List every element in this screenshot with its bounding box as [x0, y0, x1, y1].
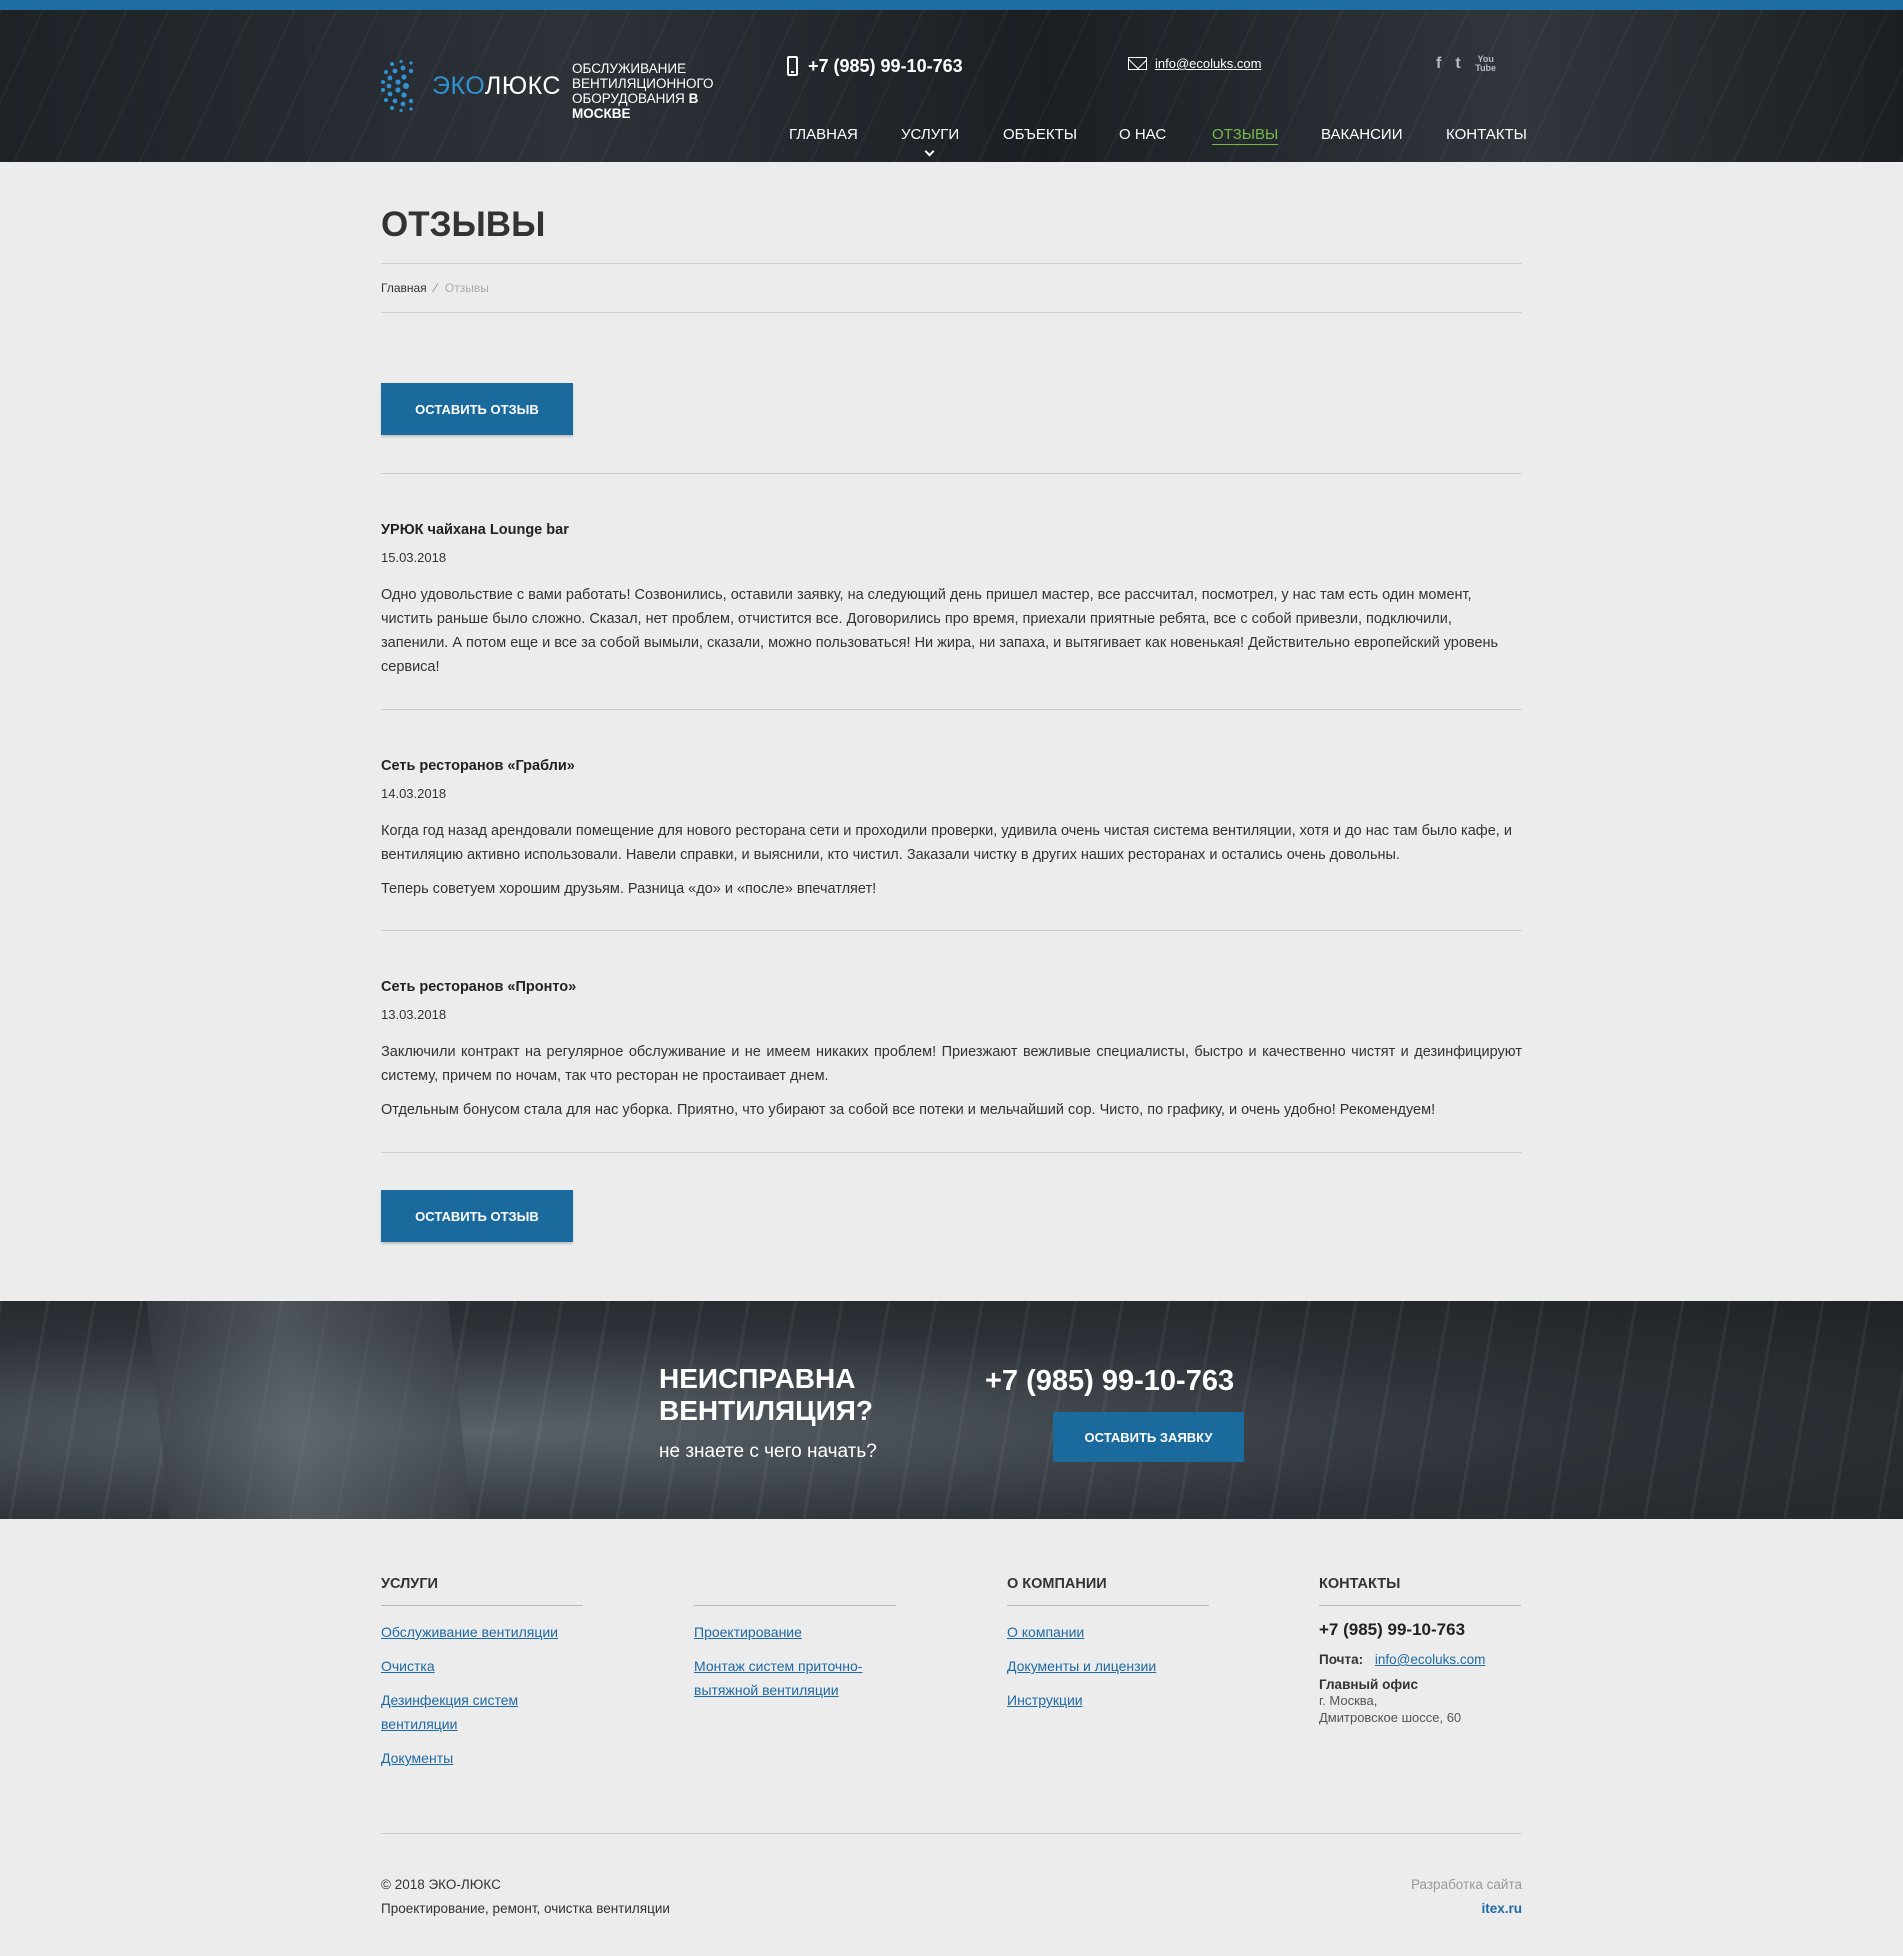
footer-address-line2: Дмитровское шоссе, 60: [1319, 1710, 1462, 1725]
review-item: Сеть ресторанов «Пронто» 13.03.2018 Закл…: [381, 979, 1522, 1122]
footer-mail-label: Почта:: [1319, 1652, 1364, 1667]
site-header: ЭКОЛЮКС ОБСЛУЖИВАНИЕ ВЕНТИЛЯЦИОННОГО ОБО…: [0, 10, 1903, 162]
divider: [381, 1152, 1522, 1153]
footer-company: О КОМПАНИИ О компании Документы и лиценз…: [1007, 1576, 1209, 1722]
copyright-text: © 2018 ЭКО-ЛЮКС: [381, 1877, 501, 1892]
footer-services-title: УСЛУГИ: [381, 1576, 583, 1606]
footer-link-cleaning[interactable]: Очистка: [381, 1658, 435, 1674]
header-phone[interactable]: +7 (985) 99-10-763: [787, 54, 963, 78]
footer-phone[interactable]: +7 (985) 99-10-763: [1319, 1620, 1521, 1640]
nav-item-reviews[interactable]: ОТЗЫВЫ: [1212, 126, 1279, 145]
breadcrumb-current: Отзывы: [444, 280, 489, 295]
footer-services-more: Проектирование Монтаж систем приточно-вы…: [694, 1576, 896, 1712]
footer-link-licenses[interactable]: Документы и лицензии: [1007, 1658, 1156, 1674]
nav-item-about[interactable]: О НАС: [1119, 126, 1166, 143]
footer-office-label: Главный офис: [1319, 1677, 1418, 1692]
review-text: Заключили контракт на регулярное обслужи…: [381, 1044, 1522, 1084]
review-date: 13.03.2018: [381, 1007, 447, 1022]
logo-part-lux: ЛЮКС: [484, 72, 561, 100]
review-text: Когда год назад арендовали помещение для…: [381, 823, 1512, 863]
footer-link-disinfection[interactable]: Дезинфекция систем вентиляции: [381, 1692, 518, 1732]
review-text: Теперь советуем хорошим друзьям. Разница…: [381, 881, 877, 897]
footer-link-design[interactable]: Проектирование: [694, 1624, 802, 1640]
review-date: 15.03.2018: [381, 550, 447, 565]
mobile-phone-icon: [787, 56, 798, 76]
cta-title: НЕИСПРАВНА ВЕНТИЛЯЦИЯ?: [659, 1363, 873, 1426]
envelope-icon: [1128, 57, 1147, 70]
header-tagline: ОБСЛУЖИВАНИЕ ВЕНТИЛЯЦИОННОГО ОБОРУДОВАНИ…: [572, 61, 722, 121]
developer-label: Разработка сайта: [1410, 1877, 1522, 1892]
logo-dots-icon: [381, 60, 414, 112]
cta-subtitle: не знаете с чего начать?: [659, 1441, 877, 1462]
review-date: 14.03.2018: [381, 786, 447, 801]
youtube-icon[interactable]: You Tube: [1475, 55, 1497, 73]
footer-contacts-title: КОНТАКТЫ: [1319, 1576, 1521, 1606]
footer-address-line1: г. Москва,: [1319, 1693, 1378, 1708]
divider: [381, 263, 1522, 264]
divider: [381, 709, 1522, 710]
footer-developer: Разработка сайта itex.ru: [1411, 1873, 1522, 1921]
review-item: Сеть ресторанов «Грабли» 14.03.2018 Когд…: [381, 758, 1522, 901]
header-phone-number: +7 (985) 99-10-763: [808, 55, 963, 76]
nav-item-services[interactable]: УСЛУГИ: [901, 126, 960, 157]
header-email[interactable]: info@ecoluks.com: [1128, 56, 1261, 71]
review-author: Сеть ресторанов «Грабли»: [381, 758, 575, 774]
facebook-icon[interactable]: f: [1436, 54, 1441, 74]
cta-phone[interactable]: +7 (985) 99-10-763: [985, 1365, 1234, 1398]
footer-link-installation[interactable]: Монтаж систем приточно-вытяжной вентиляц…: [694, 1658, 862, 1698]
footer-link-documents[interactable]: Документы: [381, 1750, 453, 1766]
footer-contacts: КОНТАКТЫ +7 (985) 99-10-763 Почта: info@…: [1319, 1576, 1521, 1726]
page-title: ОТЗЫВЫ: [381, 205, 546, 244]
logo-text[interactable]: ЭКОЛЮКС: [432, 72, 561, 101]
developer-link[interactable]: itex.ru: [1481, 1901, 1522, 1916]
footer-mail: Почта: info@ecoluks.com: [1319, 1652, 1521, 1667]
main-nav: ГЛАВНАЯ УСЛУГИ ОБЪЕКТЫ О НАС ОТЗЫВЫ ВАКА…: [0, 126, 1903, 166]
footer-services-more-title: [694, 1576, 896, 1606]
cta-banner: НЕИСПРАВНА ВЕНТИЛЯЦИЯ? не знаете с чего …: [0, 1301, 1903, 1519]
footer-company-title: О КОМПАНИИ: [1007, 1576, 1209, 1606]
leave-request-button[interactable]: ОСТАВИТЬ ЗАЯВКУ: [1053, 1412, 1244, 1462]
social-links: f t You Tube: [1436, 54, 1497, 74]
breadcrumb: Главная ⁄ Отзывы: [381, 280, 489, 295]
footer-link-instructions[interactable]: Инструкции: [1007, 1692, 1083, 1708]
nav-item-home[interactable]: ГЛАВНАЯ: [789, 126, 858, 143]
twitter-icon[interactable]: t: [1455, 54, 1460, 74]
top-accent-bar: [0, 0, 1903, 10]
leave-review-button-bottom[interactable]: ОСТАВИТЬ ОТЗЫВ: [381, 1190, 573, 1242]
footer-link-about[interactable]: О компании: [1007, 1624, 1084, 1640]
review-item: УРЮК чайхана Lounge bar 15.03.2018 Одно …: [381, 522, 1522, 679]
review-author: Сеть ресторанов «Пронто»: [381, 979, 577, 995]
nav-item-vacancies[interactable]: ВАКАНСИИ: [1321, 126, 1402, 143]
cta-background-pipe: [146, 1301, 474, 1519]
logo-part-eco: ЭКО: [432, 72, 485, 100]
nav-item-services-label: УСЛУГИ: [901, 126, 960, 143]
nav-item-objects[interactable]: ОБЪЕКТЫ: [1003, 126, 1077, 143]
header-email-link[interactable]: info@ecoluks.com: [1155, 56, 1261, 71]
review-text: Отдельным бонусом стала для нас уборка. …: [381, 1102, 1436, 1118]
copyright-sub: Проектирование, ремонт, очистка вентиляц…: [381, 1901, 670, 1916]
nav-item-contacts[interactable]: КОНТАКТЫ: [1446, 126, 1527, 143]
divider: [381, 312, 1522, 313]
footer-email-link[interactable]: info@ecoluks.com: [1375, 1652, 1486, 1667]
footer-services: УСЛУГИ Обслуживание вентиляции Очистка Д…: [381, 1576, 583, 1780]
review-author: УРЮК чайхана Lounge bar: [381, 522, 569, 538]
divider: [381, 930, 1522, 931]
footer-divider: [381, 1833, 1522, 1834]
review-text: Одно удовольствие с вами работать! Созво…: [381, 587, 1499, 675]
divider: [381, 473, 1522, 474]
footer-copyright: © 2018 ЭКО-ЛЮКС Проектирование, ремонт, …: [381, 1873, 670, 1921]
leave-review-button-top[interactable]: ОСТАВИТЬ ОТЗЫВ: [381, 383, 573, 435]
chevron-down-icon: [924, 146, 935, 157]
footer-link-maintenance[interactable]: Обслуживание вентиляции: [381, 1624, 558, 1640]
breadcrumb-separator: ⁄: [434, 280, 437, 295]
breadcrumb-home[interactable]: Главная: [381, 281, 427, 295]
